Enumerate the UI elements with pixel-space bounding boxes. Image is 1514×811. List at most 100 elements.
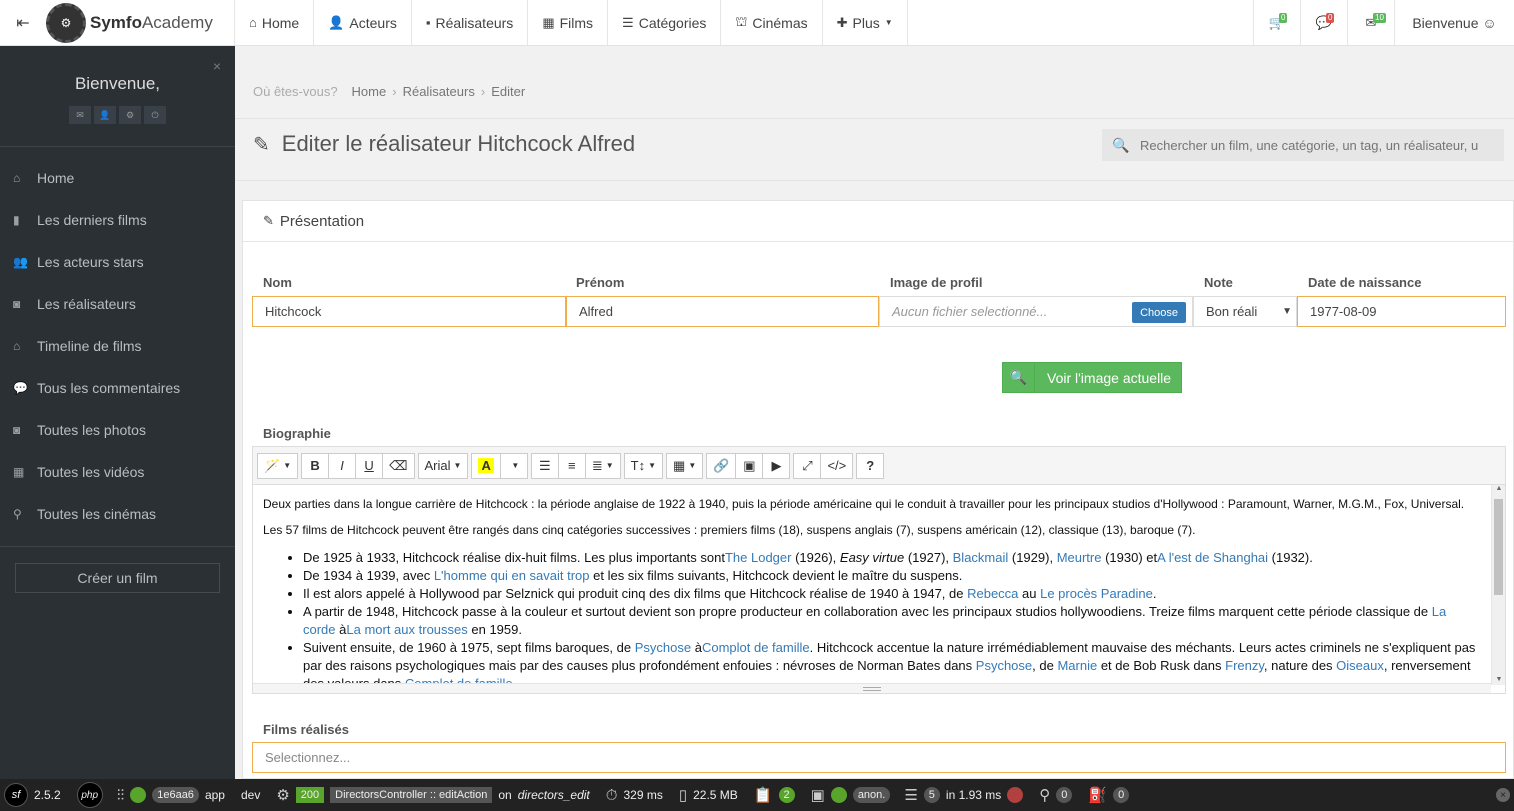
- italic-icon[interactable]: I: [328, 452, 357, 479]
- sidebar-item-videos[interactable]: ▦ Toutes les vidéos: [0, 451, 235, 493]
- film-link[interactable]: Complot de famille: [702, 640, 810, 655]
- color-dropdown-icon[interactable]: ▼: [499, 452, 528, 479]
- film-link[interactable]: A l'est de Shanghai: [1157, 550, 1268, 565]
- sidebar-item-commentaires[interactable]: 💬 Tous les commentaires: [0, 367, 235, 409]
- home-icon: ⌂: [249, 15, 257, 30]
- sf-queries[interactable]: 5: [923, 787, 940, 803]
- sidebar-item-realisateurs[interactable]: ◙ Les réalisateurs: [0, 283, 235, 325]
- editor-scrollbar[interactable]: ▲ ▼: [1491, 485, 1505, 685]
- editor-resize-handle[interactable]: [253, 683, 1491, 693]
- film-link[interactable]: Frenzy: [1225, 658, 1264, 673]
- text-color-icon[interactable]: A: [471, 452, 501, 479]
- close-icon[interactable]: ×: [213, 58, 221, 74]
- unordered-list-icon[interactable]: ☰: [530, 452, 559, 479]
- sf-counter-1[interactable]: 0: [1056, 787, 1073, 803]
- user-icon[interactable]: 👤: [94, 106, 116, 124]
- pencil-icon: ✎: [253, 133, 270, 156]
- sf-route: directors_edit: [517, 788, 590, 802]
- inbox-button[interactable]: ✉ 10: [1347, 0, 1394, 45]
- search-input[interactable]: [1140, 137, 1500, 153]
- film-link[interactable]: Blackmail: [953, 550, 1009, 565]
- film-link[interactable]: Oiseaux: [1336, 658, 1384, 673]
- ordered-list-icon[interactable]: ≡: [557, 452, 586, 479]
- sf-time[interactable]: 329 ms: [623, 788, 662, 802]
- code-view-icon[interactable]: </>: [820, 452, 854, 479]
- fullscreen-icon[interactable]: ⤢: [793, 452, 822, 479]
- prenom-field[interactable]: Alfred: [566, 296, 879, 327]
- symfony-logo-icon[interactable]: sf: [4, 783, 28, 807]
- film-link[interactable]: Meurtre: [1057, 550, 1102, 565]
- comments-button[interactable]: 💬 0: [1300, 0, 1347, 45]
- gear-icon[interactable]: ⚙: [119, 106, 141, 124]
- nav-acteurs[interactable]: 👤 Acteurs: [314, 0, 412, 45]
- table-icon[interactable]: ▦ ▼: [666, 452, 704, 479]
- symfony-debug-toolbar: sf 2.5.2 php ⫶⫶ 1e6aa6 app dev ⚙ 200 Dir…: [0, 779, 1514, 811]
- style-magic-icon[interactable]: 🪄 ▼: [257, 452, 299, 479]
- create-film-button[interactable]: Créer un film: [15, 563, 220, 593]
- nav-plus-dropdown[interactable]: ✚ Plus ▼: [823, 0, 908, 45]
- envelope-icon[interactable]: ✉: [69, 106, 91, 124]
- sidebar-item-acteurs-stars[interactable]: 👥 Les acteurs stars: [0, 241, 235, 283]
- underline-icon[interactable]: U: [355, 452, 384, 479]
- scroll-up-icon[interactable]: ▲: [1492, 485, 1506, 492]
- film-link[interactable]: Psychose: [635, 640, 691, 655]
- image-file-input[interactable]: Aucun fichier selectionné... Choose: [879, 296, 1193, 327]
- scroll-down-icon[interactable]: ▼: [1492, 676, 1506, 683]
- brand[interactable]: ⚙ SymfoAcademy: [46, 0, 235, 45]
- breadcrumb-realisateurs[interactable]: Réalisateurs: [403, 84, 475, 99]
- editor-content[interactable]: Deux parties dans la longue carrière de …: [253, 485, 1491, 685]
- brand-name: SymfoAcademy: [90, 12, 213, 32]
- sidebar-item-timeline[interactable]: ⌂ Timeline de films: [0, 325, 235, 367]
- films-select[interactable]: Selectionnez...: [252, 742, 1506, 773]
- sidebar-item-cinemas[interactable]: ⚲ Toutes les cinémas: [0, 493, 235, 535]
- choose-button[interactable]: Choose: [1132, 302, 1186, 323]
- note-select[interactable]: Bon réali ▼: [1193, 296, 1297, 327]
- film-link[interactable]: Le procès Paradine: [1040, 586, 1153, 601]
- video-camera-icon: ▪: [425, 15, 431, 30]
- text-height-icon[interactable]: T↕ ▼: [623, 452, 664, 479]
- sf-token[interactable]: 1e6aa6: [152, 787, 199, 803]
- sf-user[interactable]: anon.: [852, 787, 891, 803]
- sidebar-item-derniers-films[interactable]: ▮ Les derniers films: [0, 199, 235, 241]
- eraser-icon[interactable]: ⌫: [382, 452, 415, 479]
- bold-icon[interactable]: B: [301, 452, 330, 479]
- sf-memory[interactable]: 22.5 MB: [693, 788, 738, 802]
- power-icon[interactable]: ⏻: [144, 106, 166, 124]
- sf-logs[interactable]: 2: [778, 787, 795, 803]
- breadcrumb-home[interactable]: Home: [352, 84, 387, 99]
- nav-cinemas[interactable]: ⛫ Cinémas: [721, 0, 823, 45]
- php-icon[interactable]: php: [76, 782, 103, 808]
- film-link[interactable]: La mort aux trousses: [346, 622, 467, 637]
- sidebar-item-photos[interactable]: ◙ Toutes les photos: [0, 409, 235, 451]
- link-icon[interactable]: 🔗: [706, 452, 737, 479]
- nom-field[interactable]: Hitchcock: [252, 296, 566, 327]
- align-icon[interactable]: ≣ ▼: [584, 452, 621, 479]
- view-image-button[interactable]: 🔍 Voir l'image actuelle: [1002, 362, 1182, 393]
- close-toolbar-icon[interactable]: ×: [1496, 788, 1510, 802]
- cart-button[interactable]: 🛒 0: [1253, 0, 1300, 45]
- film-link[interactable]: Psychose: [976, 658, 1032, 673]
- nav-categories[interactable]: ☰ Catégories: [608, 0, 722, 45]
- nav-films[interactable]: ▦ Films: [528, 0, 609, 45]
- sidebar-toggle-icon[interactable]: ⇤: [0, 0, 46, 45]
- sf-controller[interactable]: DirectorsController :: editAction: [330, 787, 493, 803]
- sf-status[interactable]: 200: [295, 787, 325, 803]
- nav-home[interactable]: ⌂ Home: [235, 0, 315, 45]
- help-icon[interactable]: ?: [856, 452, 885, 479]
- search-bar: 🔍: [1102, 129, 1504, 161]
- film-link[interactable]: Rebecca: [967, 586, 1018, 601]
- user-menu[interactable]: Bienvenue ☺: [1394, 0, 1514, 45]
- video-icon[interactable]: ▶: [762, 452, 791, 479]
- film-link[interactable]: Marnie: [1057, 658, 1097, 673]
- nav-realisateurs[interactable]: ▪ Réalisateurs: [412, 0, 529, 45]
- sidebar-item-home[interactable]: ⌂ Home: [0, 157, 235, 199]
- date-field[interactable]: 1977-08-09: [1297, 296, 1506, 327]
- image-icon[interactable]: ▣: [735, 452, 764, 479]
- font-family-dropdown[interactable]: Arial ▼: [417, 452, 469, 479]
- search-icon[interactable]: 🔍: [1102, 137, 1140, 154]
- film-link[interactable]: L'homme qui en savait trop: [434, 568, 590, 583]
- list-item: Suivent ensuite, de 1960 à 1975, sept fi…: [303, 639, 1481, 685]
- film-link[interactable]: The Lodger: [725, 550, 792, 565]
- scroll-thumb[interactable]: [1494, 499, 1503, 595]
- sf-counter-2[interactable]: 0: [1113, 787, 1130, 803]
